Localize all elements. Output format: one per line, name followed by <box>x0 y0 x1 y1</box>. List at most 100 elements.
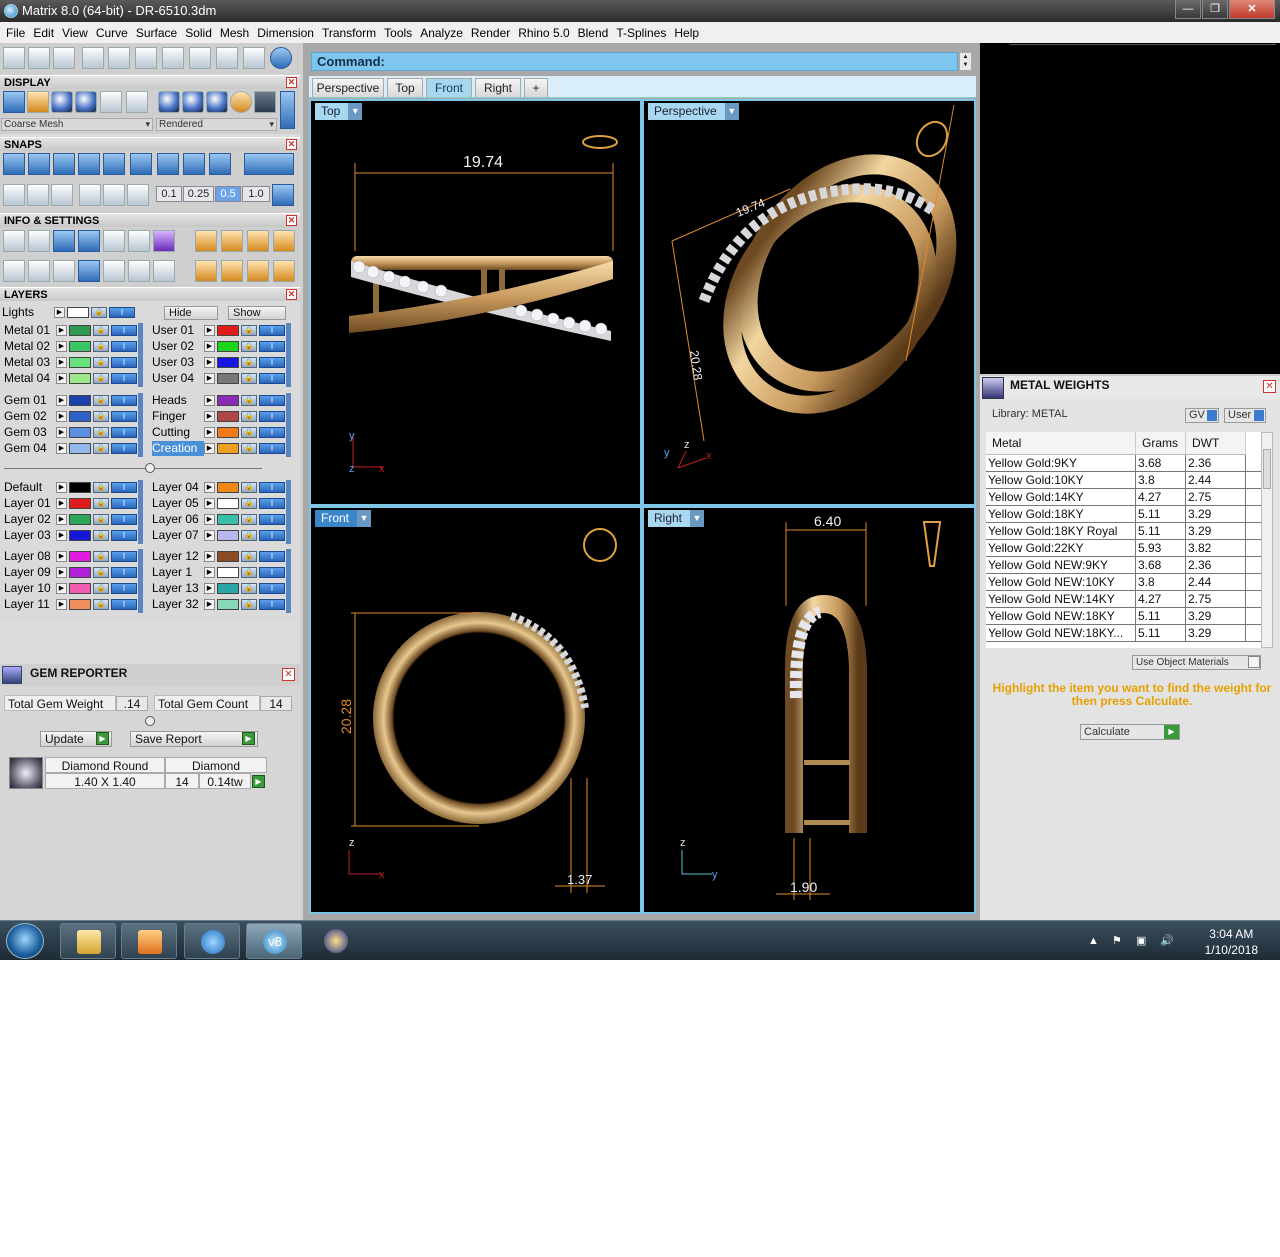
lock-icon[interactable]: 🔒 <box>241 530 257 541</box>
menu-help[interactable]: Help <box>670 26 703 40</box>
menu-surface[interactable]: Surface <box>132 26 181 40</box>
viewport-label-front[interactable]: Front ▼ <box>315 510 372 527</box>
visible-icon[interactable]: I <box>259 341 285 352</box>
visible-icon[interactable]: I <box>259 567 285 578</box>
lock-icon[interactable]: 🔒 <box>93 583 109 594</box>
taskbar-explorer[interactable] <box>60 923 116 959</box>
layer-row[interactable]: Metal 04 ▶ 🔒 I <box>2 371 142 386</box>
menu-file[interactable]: File <box>2 26 29 40</box>
sweep-tool-icon[interactable] <box>162 47 184 69</box>
expand-icon[interactable]: ▶ <box>56 482 67 493</box>
layer-row[interactable]: Heads ▶ 🔒 I <box>150 393 290 408</box>
snap-end-icon[interactable] <box>3 153 25 175</box>
box-icon[interactable] <box>78 260 100 282</box>
viewport-label-perspective[interactable]: Perspective ▼ <box>648 103 739 120</box>
layer-row[interactable]: Metal 01 ▶ 🔒 I <box>2 323 142 338</box>
lights-row[interactable]: Lights ▶ 🔒 I <box>0 305 140 320</box>
circle-tool-icon[interactable] <box>270 47 292 69</box>
visible-icon[interactable]: I <box>259 498 285 509</box>
visible-icon[interactable]: I <box>111 357 137 368</box>
layer-color-swatch[interactable] <box>69 498 91 509</box>
boxes-icon[interactable] <box>78 230 100 252</box>
tab-right[interactable]: Right <box>475 78 521 97</box>
zoom-icon[interactable] <box>28 230 50 252</box>
expand-icon[interactable]: ▶ <box>56 325 67 336</box>
table-row[interactable]: Yellow Gold NEW:18KY 5.11 3.29 <box>986 608 1261 625</box>
lock-icon[interactable]: 🔒 <box>93 427 109 438</box>
table-row[interactable]: Yellow Gold:14KY 4.27 2.75 <box>986 489 1261 506</box>
expand-icon[interactable]: ▶ <box>204 443 215 454</box>
lock-icon[interactable]: 🔒 <box>93 395 109 406</box>
close-icon[interactable]: ✕ <box>286 215 297 226</box>
visible-icon[interactable]: I <box>111 567 137 578</box>
metal-table-scrollbar[interactable] <box>1261 432 1273 648</box>
tools-icon[interactable] <box>195 230 217 252</box>
snap-perp-icon[interactable] <box>157 153 179 175</box>
menu-rhino[interactable]: Rhino 5.0 <box>514 26 573 40</box>
layer-row[interactable]: Gem 03 ▶ 🔒 I <box>2 425 142 440</box>
layer-color-swatch[interactable] <box>69 427 91 438</box>
user-toggle[interactable]: User <box>1224 408 1266 423</box>
lock-icon[interactable]: 🔒 <box>241 443 257 454</box>
command-scroll[interactable]: ▲ ▼ <box>959 52 972 71</box>
lock-icon[interactable]: 🔒 <box>93 341 109 352</box>
mesh-icon[interactable] <box>53 260 75 282</box>
diamond-icon[interactable] <box>103 184 125 206</box>
group-tool-icon[interactable] <box>189 47 211 69</box>
visible-icon[interactable]: I <box>111 373 137 384</box>
chevron-down-icon[interactable]: ▼ <box>724 103 739 120</box>
snap-value-0-1[interactable]: 0.1 <box>156 186 182 202</box>
layer-color-swatch[interactable] <box>217 395 239 406</box>
layer-color-swatch[interactable] <box>69 530 91 541</box>
layer-row[interactable]: Finger ▶ 🔒 I <box>150 409 290 424</box>
layer-row[interactable]: User 04 ▶ 🔒 I <box>150 371 290 386</box>
expand-icon[interactable]: ▶ <box>204 373 215 384</box>
layer-color-swatch[interactable] <box>69 325 91 336</box>
visible-icon[interactable]: I <box>259 583 285 594</box>
expand-icon[interactable]: ▶ <box>56 567 67 578</box>
calculate-button[interactable]: Calculate ▶ <box>1080 724 1180 740</box>
layer-row[interactable]: Metal 03 ▶ 🔒 I <box>2 355 142 370</box>
visible-icon[interactable]: I <box>111 498 137 509</box>
layer-row[interactable]: Layer 09 ▶ 🔒 I <box>2 565 142 580</box>
expand-icon[interactable]: ▶ <box>204 514 215 525</box>
viewport-label-top[interactable]: Top ▼ <box>315 103 363 120</box>
menu-transform[interactable]: Transform <box>318 26 380 40</box>
col-grams[interactable]: Grams <box>1136 432 1186 455</box>
frame3-icon[interactable] <box>273 230 295 252</box>
network-icon[interactable]: ▣ <box>1136 935 1150 947</box>
visible-icon[interactable]: I <box>111 482 137 493</box>
render-icon[interactable] <box>75 91 97 113</box>
visible-icon[interactable]: I <box>111 599 137 610</box>
wireframe-icon[interactable] <box>3 91 25 113</box>
frame-icon[interactable] <box>221 230 243 252</box>
layer-color-swatch[interactable] <box>217 530 239 541</box>
lock-icon[interactable]: 🔒 <box>93 443 109 454</box>
menu-tools[interactable]: Tools <box>380 26 416 40</box>
expand-icon[interactable]: ▶ <box>56 514 67 525</box>
visible-icon[interactable]: I <box>111 427 137 438</box>
snap-toggle-icon[interactable] <box>244 153 294 175</box>
lock-icon[interactable]: 🔒 <box>93 498 109 509</box>
layer-row[interactable]: Cutting ▶ 🔒 I <box>150 425 290 440</box>
layer-row[interactable]: Layer 11 ▶ 🔒 I <box>2 597 142 612</box>
table-row[interactable]: Yellow Gold:22KY 5.93 3.82 <box>986 540 1261 557</box>
shaded-icon[interactable] <box>51 91 73 113</box>
lock-icon[interactable]: 🔒 <box>241 325 257 336</box>
expand-icon[interactable]: ▶ <box>204 498 215 509</box>
visible-icon[interactable]: I <box>111 411 137 422</box>
snap-quad-icon[interactable] <box>209 153 231 175</box>
lock-icon[interactable]: 🔒 <box>241 567 257 578</box>
grid-icon[interactable] <box>3 184 25 206</box>
expand-icon[interactable]: ▶ <box>56 443 67 454</box>
expand-icon[interactable]: ▶ <box>56 373 67 384</box>
clock[interactable]: 3:04 AM 1/10/2018 <box>1205 926 1258 958</box>
layer-color-swatch[interactable] <box>217 599 239 610</box>
settings-icon[interactable] <box>3 230 25 252</box>
snap-mid-icon[interactable] <box>78 153 100 175</box>
visible-icon[interactable]: I <box>111 514 137 525</box>
layer-row[interactable]: Layer 06 ▶ 🔒 I <box>150 512 290 527</box>
visible-icon[interactable]: I <box>111 583 137 594</box>
line-icon[interactable] <box>51 184 73 206</box>
scatter-icon[interactable] <box>79 184 101 206</box>
